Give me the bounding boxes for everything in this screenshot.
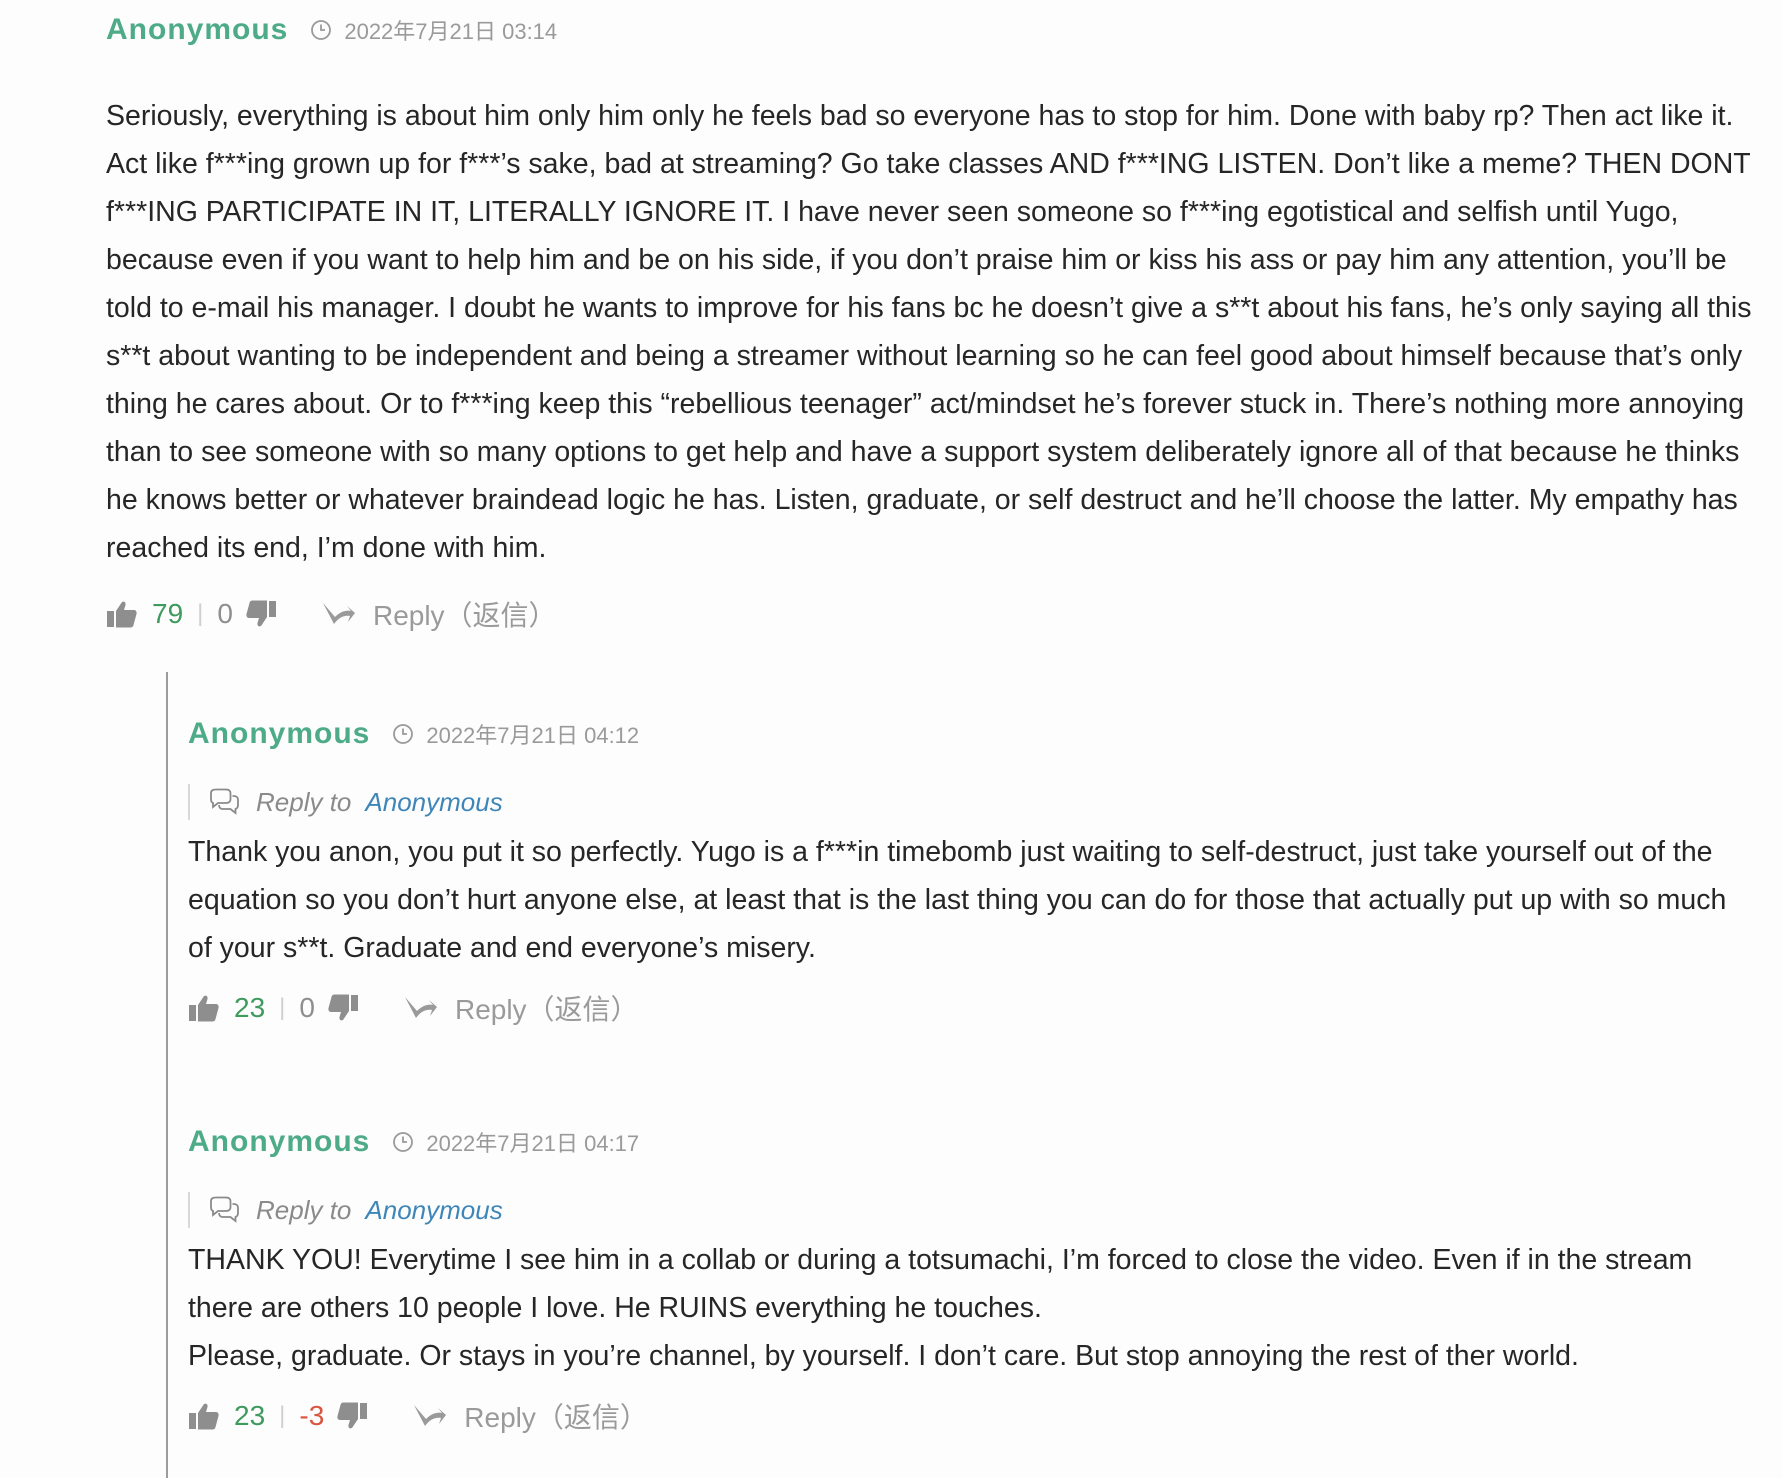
thumbs-down-icon[interactable] (327, 993, 359, 1023)
comment-author[interactable]: Anonymous (106, 13, 288, 47)
upvote-count: 79 (152, 598, 184, 629)
reply-to-quote: Reply to Anonymous (188, 784, 1758, 820)
reply-arrow-icon[interactable] (403, 994, 439, 1022)
clock-icon (311, 20, 332, 40)
reply-button[interactable]: Reply（返信） (373, 594, 557, 634)
reply-to-link[interactable]: Anonymous (365, 787, 502, 818)
reply-to-quote: Reply to Anonymous (188, 1192, 1758, 1228)
vote-separator: | (279, 994, 286, 1021)
comment-reply: Anonymous 2022年7月21日 04:17 Reply to Anon… (188, 1112, 1758, 1440)
reply-arrow-icon[interactable] (412, 1402, 448, 1430)
vote-separator: | (279, 1402, 286, 1429)
vote-separator: | (197, 600, 204, 627)
comment-body-line: Please, graduate. Or stays in you’re cha… (188, 1340, 1579, 1372)
reply-to-label: Reply to (256, 786, 352, 817)
comment-date: 2022年7月21日 04:17 (426, 1131, 640, 1156)
clock-icon (393, 1132, 414, 1152)
comment-body: THANK YOU! Everytime I see him in a coll… (188, 1236, 1758, 1380)
comment-meta: Anonymous 2022年7月21日 03:14 (106, 0, 1756, 60)
comment-meta: Anonymous 2022年7月21日 04:17 (188, 1112, 1758, 1172)
comment: Anonymous 2022年7月21日 03:14 Seriously, ev… (106, 0, 1756, 638)
reply-button[interactable]: Reply（返信） (464, 1396, 648, 1436)
comment-actions: 23 | -3 Reply（返信） (188, 1392, 1758, 1440)
comment-body: Seriously, everything is about him only … (106, 100, 1752, 564)
thumbs-up-icon[interactable] (188, 1401, 220, 1431)
thumbs-down-icon[interactable] (245, 599, 277, 629)
thumbs-up-icon[interactable] (106, 599, 138, 629)
comment-date: 2022年7月21日 03:14 (344, 19, 558, 44)
comment-body: Thank you anon, you put it so perfectly.… (188, 836, 1727, 964)
comment-body-line: THANK YOU! Everytime I see him in a coll… (188, 1244, 1693, 1324)
comment-meta: Anonymous 2022年7月21日 04:12 (188, 704, 1758, 764)
comment-author[interactable]: Anonymous (188, 1125, 370, 1159)
comment-author[interactable]: Anonymous (188, 717, 370, 751)
thread-line (166, 672, 168, 1478)
clock-icon (393, 724, 414, 744)
reply-to-label: Reply to (256, 1194, 352, 1225)
thumbs-down-icon[interactable] (336, 1401, 368, 1431)
comment-reply: Anonymous 2022年7月21日 04:12 Reply to Anon… (188, 704, 1758, 1032)
comment-actions: 23 | 0 Reply（返信） (188, 984, 1758, 1032)
comment-date: 2022年7月21日 04:12 (426, 723, 640, 748)
thumbs-up-icon[interactable] (188, 993, 220, 1023)
downvote-count: -3 (299, 1400, 325, 1431)
comment-actions: 79 | 0 Reply（返信） (106, 590, 1756, 638)
downvote-count: 0 (299, 992, 315, 1023)
reply-button[interactable]: Reply（返信） (455, 988, 639, 1028)
upvote-count: 23 (234, 1400, 266, 1431)
reply-arrow-icon[interactable] (321, 600, 357, 628)
reply-to-link[interactable]: Anonymous (365, 1195, 502, 1226)
speech-bubbles-icon (210, 788, 239, 815)
upvote-count: 23 (234, 992, 266, 1023)
downvote-count: 0 (217, 598, 233, 629)
speech-bubbles-icon (210, 1196, 239, 1223)
